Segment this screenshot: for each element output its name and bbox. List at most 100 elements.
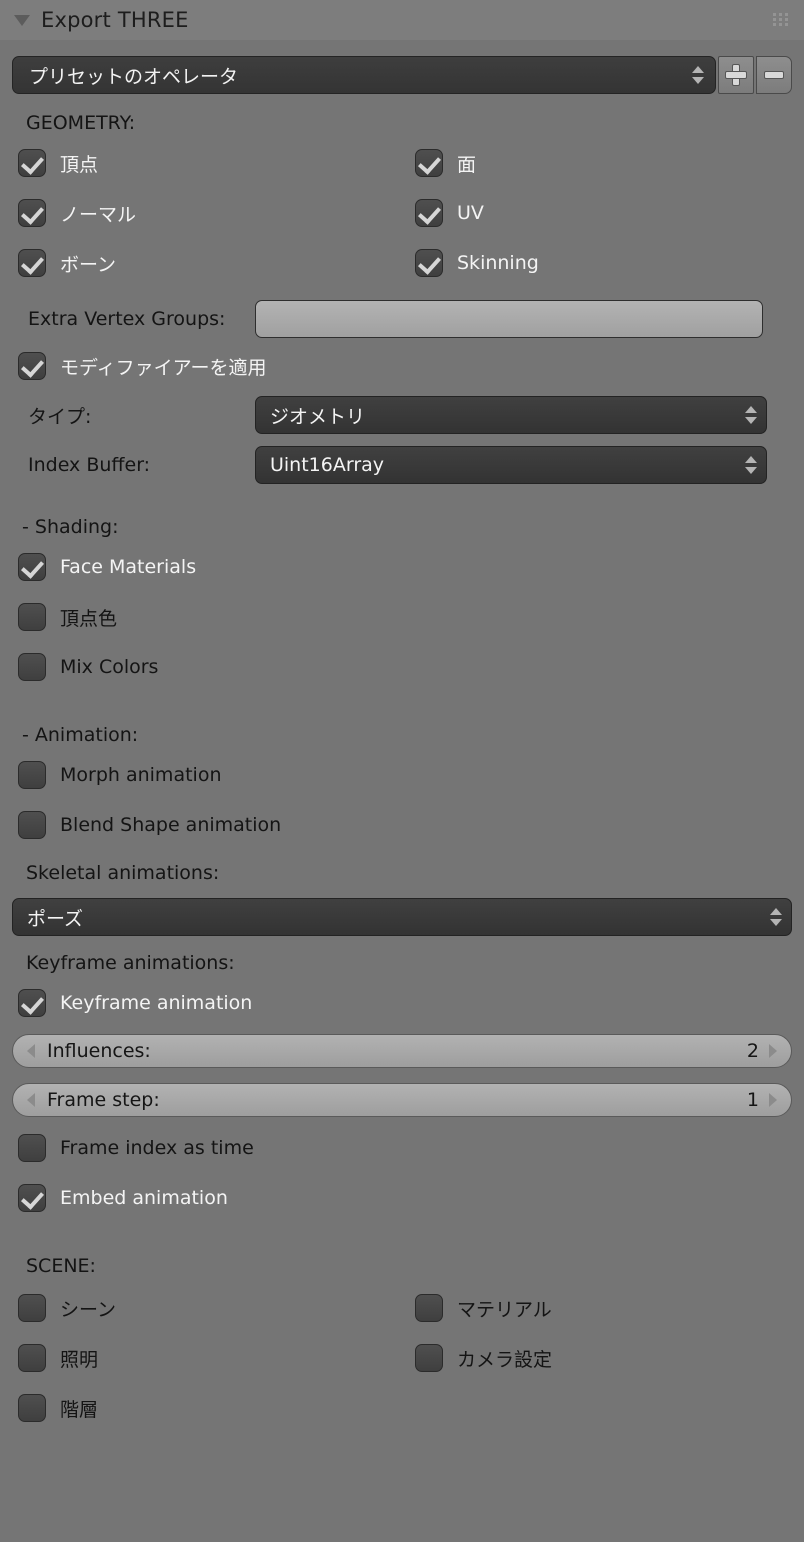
checkbox-normals[interactable] [18,199,46,227]
up-down-arrows-icon[interactable] [691,62,705,88]
geometry-heading: GEOMETRY: [26,112,136,134]
checkbox-lights[interactable] [18,1344,46,1372]
checkbox-row-scene[interactable]: シーン [18,1293,804,1323]
checkbox-label-uv: UV [457,202,484,224]
checkbox-label-lights: 照明 [60,1348,99,1371]
triangle-down-icon[interactable] [14,14,30,26]
index-buffer-label: Index Buffer: [28,454,151,476]
index-buffer-dropdown[interactable]: Uint16Array [255,446,767,484]
checkbox-embed-animation[interactable] [18,1184,46,1212]
influences-value: 2 [746,1040,759,1062]
influences-slider[interactable]: Influences: 2 [12,1034,792,1068]
checkbox-faces[interactable] [415,149,443,177]
index-buffer-row: Index Buffer: Uint16Array [0,446,804,484]
checkbox-skinning[interactable] [415,249,443,277]
animation-heading: - Animation: [22,724,139,746]
type-spinner-icon[interactable] [744,402,758,428]
checkbox-label-keyframe-animation: Keyframe animation [60,992,253,1014]
checkbox-row-blend-shape-animation[interactable]: Blend Shape animation [18,810,804,840]
preset-operator-value: プリセットのオペレータ [29,65,239,88]
checkbox-row-keyframe-animation[interactable]: Keyframe animation [18,988,804,1018]
checkbox-row-uv[interactable]: UV [415,198,539,228]
checkbox-row-morph-animation[interactable]: Morph animation [18,760,804,790]
checkbox-label-face-materials: Face Materials [60,556,197,578]
index-buffer-value: Uint16Array [270,454,385,476]
panel-header[interactable]: Export THREE [0,0,804,40]
checkbox-label-faces: 面 [457,153,477,176]
checkbox-label-materials: マテリアル [457,1298,552,1321]
checkbox-row-skinning[interactable]: Skinning [415,248,539,278]
grip-dots-icon[interactable] [773,13,790,26]
checkbox-row-cameras[interactable]: カメラ設定 [415,1343,552,1373]
checkbox-label-skinning: Skinning [457,252,539,274]
frame-step-slider[interactable]: Frame step: 1 [12,1083,792,1117]
decrement-arrow-icon[interactable] [27,1093,35,1107]
checkbox-apply-modifiers[interactable] [18,352,46,380]
checkbox-label-bones: ボーン [60,253,117,276]
checkbox-face-materials[interactable] [18,553,46,581]
checkbox-row-faces[interactable]: 面 [415,148,539,178]
checkbox-label-scene: シーン [60,1298,117,1321]
checkbox-row-hierarchy[interactable]: 階層 [18,1393,804,1423]
scene-heading: SCENE: [26,1255,96,1277]
checkbox-bones[interactable] [18,249,46,277]
checkbox-label-frame-index-as-time: Frame index as time [60,1137,254,1159]
checkbox-label-cameras: カメラ設定 [457,1348,553,1371]
page-title: Export THREE [41,8,189,32]
checkbox-hierarchy[interactable] [18,1394,46,1422]
type-dropdown[interactable]: ジオメトリ [255,396,767,434]
checkbox-row-vertex-colors[interactable]: 頂点色 [18,602,804,632]
checkbox-row-frame-index-as-time[interactable]: Frame index as time [18,1133,804,1163]
skeletal-animations-value: ポーズ [27,907,84,930]
frame-step-value: 1 [746,1089,759,1111]
frame-step-label: Frame step: [47,1089,160,1111]
checkbox-row-materials[interactable]: マテリアル [415,1293,552,1323]
shading-heading: - Shading: [22,516,119,538]
checkbox-blend-shape-animation[interactable] [18,811,46,839]
checkbox-label-embed-animation: Embed animation [60,1187,228,1209]
checkbox-row-normals[interactable]: ノーマル [18,198,804,228]
type-row: タイプ: ジオメトリ [0,396,804,434]
checkbox-row-face-materials[interactable]: Face Materials [18,552,804,582]
checkbox-label-morph-animation: Morph animation [60,764,222,786]
skeletal-animations-label: Skeletal animations: [26,862,220,884]
export-three-panel: Export THREE プリセットのオペレータ GEOMETRY: 頂点 ノー… [0,0,804,1542]
checkbox-label-normals: ノーマル [60,203,137,226]
preset-operator-dropdown[interactable]: プリセットのオペレータ [12,56,716,94]
decrement-arrow-icon[interactable] [27,1044,35,1058]
checkbox-label-blend-shape-animation: Blend Shape animation [60,814,282,836]
checkbox-vertex-colors[interactable] [18,603,46,631]
checkbox-row-lights[interactable]: 照明 [18,1343,804,1373]
checkbox-row-bones[interactable]: ボーン [18,248,804,278]
checkbox-vertices[interactable] [18,149,46,177]
checkbox-scene[interactable] [18,1294,46,1322]
skeletal-animations-dropdown[interactable]: ポーズ [12,898,792,936]
checkbox-cameras[interactable] [415,1344,443,1372]
checkbox-row-mix-colors[interactable]: Mix Colors [18,652,804,682]
checkbox-label-hierarchy: 階層 [60,1398,99,1421]
checkbox-label-vertex-colors: 頂点色 [60,607,118,630]
checkbox-keyframe-animation[interactable] [18,989,46,1017]
increment-arrow-icon[interactable] [769,1044,777,1058]
increment-arrow-icon[interactable] [769,1093,777,1107]
checkbox-row-vertices[interactable]: 頂点 [18,148,804,178]
checkbox-row-embed-animation[interactable]: Embed animation [18,1183,804,1213]
checkbox-mix-colors[interactable] [18,653,46,681]
checkbox-label-apply-modifiers: モディファイアーを適用 [60,356,267,379]
influences-label: Influences: [47,1040,151,1062]
index-buffer-spinner-icon[interactable] [744,452,758,478]
plus-icon [726,65,746,85]
extra-vertex-groups-label: Extra Vertex Groups: [28,308,226,330]
checkbox-uv[interactable] [415,199,443,227]
checkbox-frame-index-as-time[interactable] [18,1134,46,1162]
minus-icon [764,65,784,85]
extra-vertex-groups-input[interactable] [255,300,763,338]
keyframe-animations-label: Keyframe animations: [26,952,235,974]
preset-row: プリセットのオペレータ [12,56,792,94]
checkbox-materials[interactable] [415,1294,443,1322]
add-preset-button[interactable] [718,56,754,94]
checkbox-row-apply-modifiers[interactable]: モディファイアーを適用 [18,351,804,381]
remove-preset-button[interactable] [756,56,792,94]
checkbox-morph-animation[interactable] [18,761,46,789]
skeletal-spinner-icon[interactable] [769,904,783,930]
